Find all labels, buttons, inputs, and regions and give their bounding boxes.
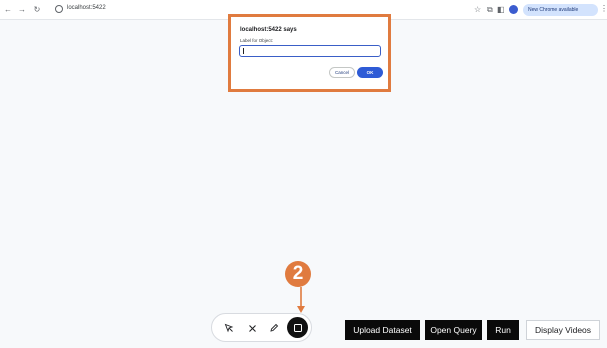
select-pointer-icon[interactable] (222, 321, 236, 335)
cancel-button[interactable]: Cancel (329, 67, 355, 78)
site-info-icon[interactable] (55, 5, 63, 13)
address-bar[interactable]: localhost:5422 (67, 5, 106, 11)
prompt-dialog: localhost:5422 says Label for Object: Ca… (235, 21, 384, 85)
drawing-toolbar (211, 313, 312, 342)
ok-button[interactable]: OK (357, 67, 383, 78)
star-icon[interactable]: ☆ (474, 4, 481, 16)
extensions-icon[interactable]: ⧉ (487, 4, 493, 16)
profile-icon[interactable] (509, 5, 518, 14)
back-icon[interactable]: ← (3, 4, 13, 16)
text-caret (243, 48, 244, 54)
dialog-highlight: localhost:5422 says Label for Object: Ca… (228, 14, 391, 92)
rectangle-icon (293, 323, 302, 332)
dialog-prompt-label: Label for Object: (240, 38, 274, 43)
run-button[interactable]: Run (487, 320, 519, 340)
object-label-input[interactable] (239, 45, 381, 57)
display-videos-button[interactable]: Display Videos (526, 320, 600, 340)
dialog-title: localhost:5422 says (240, 27, 297, 33)
open-query-button[interactable]: Open Query (425, 320, 482, 340)
step-badge: 2 (285, 261, 311, 287)
rectangle-tool-button[interactable] (287, 317, 308, 338)
sidebar-icon[interactable]: ◧ (497, 4, 505, 16)
annotation-arrow-icon (297, 287, 305, 313)
upload-dataset-button[interactable]: Upload Dataset (345, 320, 420, 340)
forward-icon[interactable]: → (17, 4, 27, 16)
close-icon[interactable] (245, 321, 259, 335)
menu-icon[interactable]: ⋮ (600, 4, 607, 13)
reload-icon[interactable]: ↻ (32, 4, 42, 16)
pencil-icon[interactable] (267, 321, 281, 335)
update-chrome-button[interactable]: New Chrome available (523, 4, 598, 16)
